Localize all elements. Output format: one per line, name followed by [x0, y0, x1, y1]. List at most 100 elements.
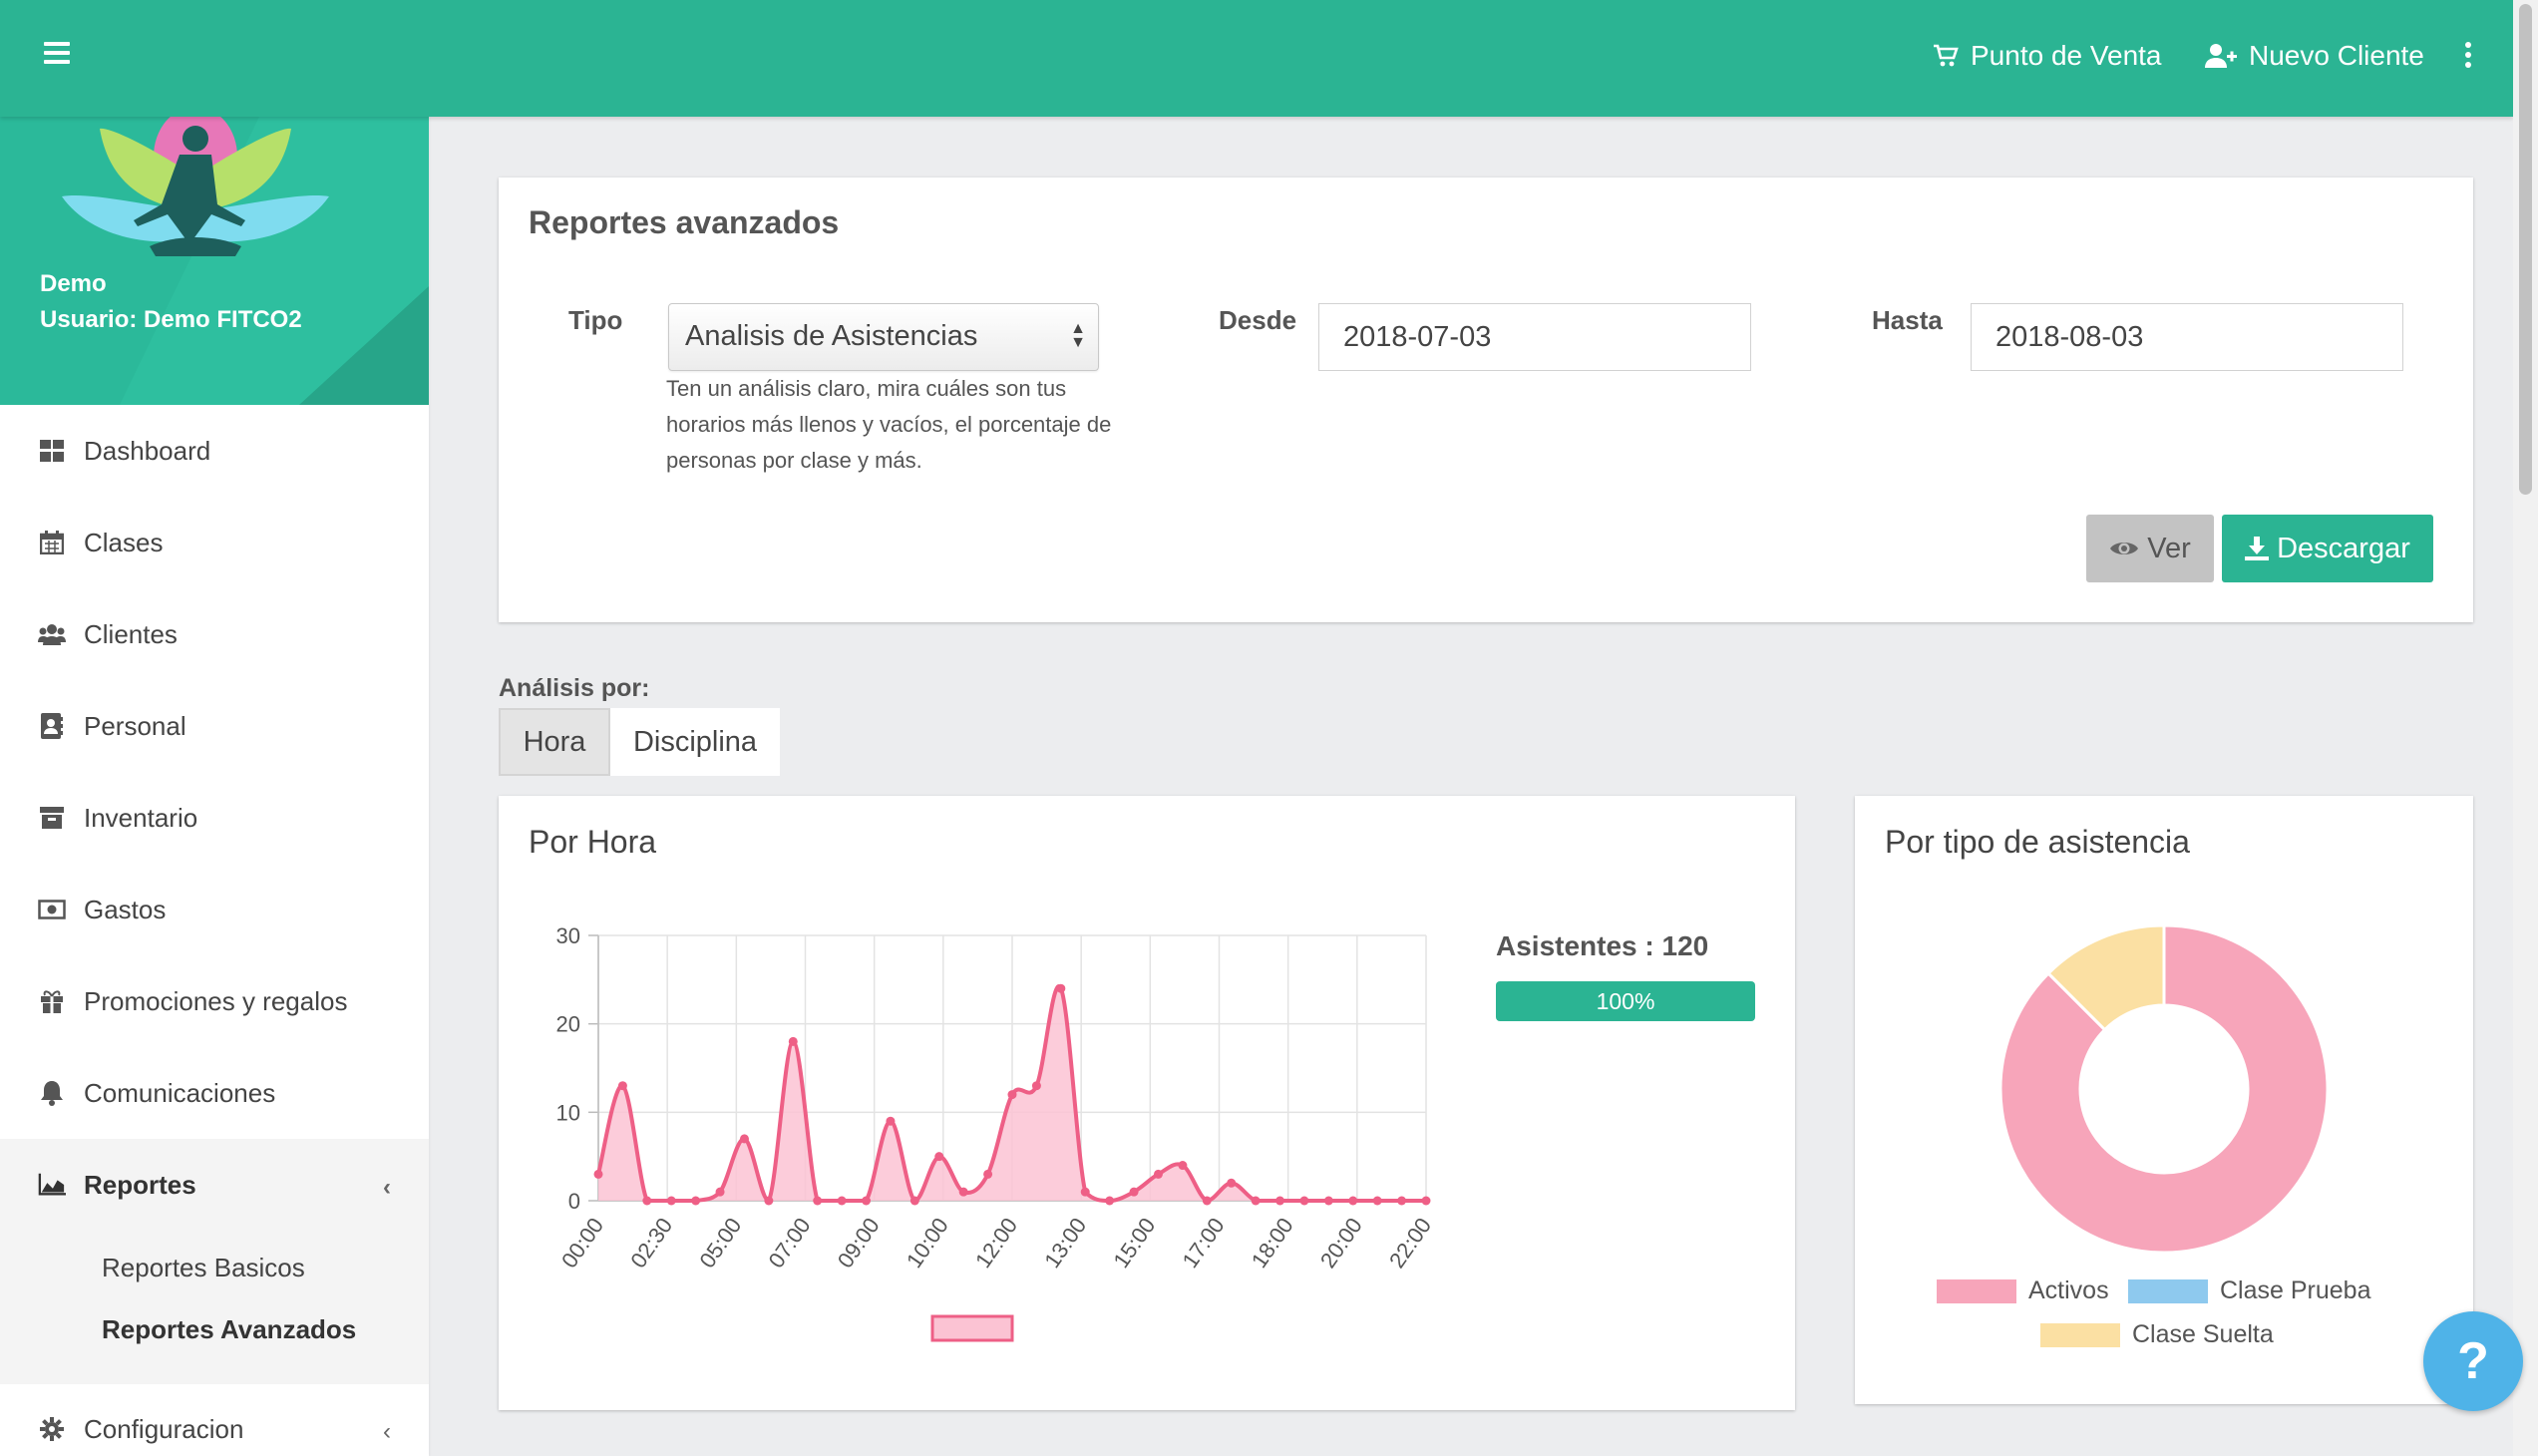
data-point	[1007, 1090, 1017, 1100]
download-icon	[2245, 537, 2270, 560]
x-tick-label: 00:00	[556, 1214, 608, 1273]
sidebar-item-reportes[interactable]: Reportes ‹	[0, 1139, 429, 1231]
gear-icon	[38, 1415, 66, 1443]
chevron-left-icon: ‹	[383, 1174, 391, 1201]
page-scrollbar[interactable]	[2513, 0, 2538, 1456]
point-of-sale-button[interactable]: Punto de Venta	[1933, 36, 2162, 76]
select-arrows-icon: ▲ ▼	[1070, 320, 1086, 351]
users-icon	[38, 620, 66, 648]
more-options-icon[interactable]	[2465, 42, 2473, 68]
submenu-item-reportes-basicos[interactable]: Reportes Basicos	[0, 1237, 429, 1298]
report-type-help: Ten un análisis claro, mira cuáles son t…	[666, 376, 1112, 473]
sidebar-item-label: Configuracion	[84, 1413, 244, 1444]
hour-attendance-chart: 0 10 20 30 00:00 02:30 05:00 07:00 09:00 10:00 12:…	[556, 923, 1436, 1342]
new-client-button[interactable]: Nuevo Cliente	[2205, 36, 2424, 76]
y-tick-label: 30	[556, 923, 580, 948]
legend-label: Clase Suelta	[2132, 1320, 2274, 1348]
data-point	[1348, 1196, 1358, 1206]
data-point	[1397, 1196, 1407, 1206]
date-from-input[interactable]: 2018-07-03	[1318, 303, 1751, 371]
report-type-select[interactable]: Analisis de Asistencias ▲ ▼	[668, 303, 1099, 371]
data-point	[958, 1187, 968, 1197]
tipo-label: Tipo	[568, 305, 623, 335]
point-of-sale-label: Punto de Venta	[1971, 40, 2162, 71]
dashboard-icon	[38, 437, 66, 465]
data-point	[617, 1081, 627, 1091]
reportes-submenu: Reportes Basicos Reportes Avanzados	[0, 1231, 429, 1384]
data-point	[1129, 1187, 1139, 1197]
attendees-progress-fill: 100%	[1496, 981, 1755, 1021]
legend-swatch	[2128, 1278, 2208, 1303]
legend-swatch	[2040, 1322, 2120, 1347]
top-bar: Punto de Venta Nuevo Cliente	[0, 0, 2513, 117]
sidebar-item-label: Comunicaciones	[84, 1077, 276, 1108]
sidebar: Demo Usuario: Demo FITCO2 Dashboard Clas…	[0, 117, 429, 1456]
data-point	[1080, 1187, 1090, 1197]
data-point	[764, 1196, 774, 1206]
sidebar-header: Demo Usuario: Demo FITCO2	[0, 117, 429, 405]
sidebar-item-inventario[interactable]: Inventario	[0, 772, 429, 864]
sidebar-item-promociones[interactable]: Promociones y regalos	[0, 955, 429, 1047]
bell-icon	[38, 1079, 66, 1107]
submenu-item-reportes-avanzados[interactable]: Reportes Avanzados	[0, 1298, 429, 1360]
chevron-left-icon: ‹	[383, 1418, 391, 1445]
sidebar-item-clases[interactable]: Clases	[0, 497, 429, 588]
tab-hora[interactable]: Hora	[499, 708, 610, 776]
x-tick-label: 02:30	[625, 1214, 677, 1273]
sidebar-item-label: Gastos	[84, 894, 167, 924]
add-user-icon	[2205, 44, 2237, 68]
sidebar-item-clientes[interactable]: Clientes	[0, 588, 429, 680]
x-tick-label: 09:00	[833, 1214, 885, 1273]
data-point	[666, 1196, 676, 1206]
data-point	[1105, 1196, 1115, 1206]
sidebar-item-configuracion[interactable]: Configuracion ‹	[0, 1384, 429, 1456]
data-point	[1372, 1196, 1382, 1206]
data-point	[1275, 1196, 1285, 1206]
sidebar-item-label: Dashboard	[84, 435, 211, 466]
view-button[interactable]: Ver	[2086, 515, 2214, 582]
x-tick-label: 13:00	[1039, 1214, 1091, 1273]
data-point	[1251, 1196, 1261, 1206]
tab-disciplina[interactable]: Disciplina	[610, 708, 780, 776]
sidebar-item-label: Inventario	[84, 802, 198, 833]
sidebar-item-gastos[interactable]: Gastos	[0, 864, 429, 955]
user-label: Usuario: Demo FITCO2	[40, 306, 302, 333]
legend-activos: Activos	[1937, 1276, 2109, 1305]
x-tick-label: 12:00	[970, 1214, 1022, 1273]
sidebar-item-comunicaciones[interactable]: Comunicaciones	[0, 1047, 429, 1139]
x-tick-label: 22:00	[1384, 1214, 1436, 1273]
data-point	[593, 1169, 603, 1179]
money-icon	[38, 896, 66, 923]
legend-label: Clase Prueba	[2220, 1276, 2371, 1304]
area-chart-icon	[38, 1171, 66, 1199]
view-button-label: Ver	[2147, 532, 2191, 564]
data-point	[934, 1152, 944, 1162]
new-client-label: Nuevo Cliente	[2249, 40, 2424, 71]
download-button-label: Descargar	[2277, 532, 2410, 564]
x-tick-label: 07:00	[764, 1214, 816, 1273]
legend-swatch	[1937, 1278, 2016, 1303]
menu-toggle-icon[interactable]	[44, 42, 70, 64]
series-legend-swatch[interactable]	[930, 1314, 1014, 1342]
hour-chart-title: Por Hora	[529, 824, 657, 860]
download-button[interactable]: Descargar	[2222, 515, 2433, 582]
report-type-value: Analisis de Asistencias	[685, 320, 978, 352]
attendance-type-donut-chart	[1998, 923, 2330, 1255]
scrollbar-thumb[interactable]	[2519, 4, 2532, 495]
date-to-input[interactable]: 2018-08-03	[1971, 303, 2403, 371]
help-button[interactable]: ?	[2423, 1311, 2523, 1411]
data-point	[691, 1196, 701, 1206]
data-point	[1323, 1196, 1333, 1206]
data-point	[1153, 1169, 1163, 1179]
legend-label: Activos	[2028, 1276, 2109, 1304]
sidebar-item-dashboard[interactable]: Dashboard	[0, 405, 429, 497]
account-name: Demo	[40, 270, 107, 297]
sidebar-nav: Dashboard Clases Clientes Personal Inven…	[0, 405, 429, 1231]
data-point	[1056, 983, 1066, 993]
x-tick-label: 10:00	[902, 1214, 953, 1273]
data-point	[813, 1196, 823, 1206]
data-point	[642, 1196, 652, 1206]
data-point	[1421, 1196, 1431, 1206]
data-point	[1031, 1081, 1041, 1091]
sidebar-item-personal[interactable]: Personal	[0, 680, 429, 772]
